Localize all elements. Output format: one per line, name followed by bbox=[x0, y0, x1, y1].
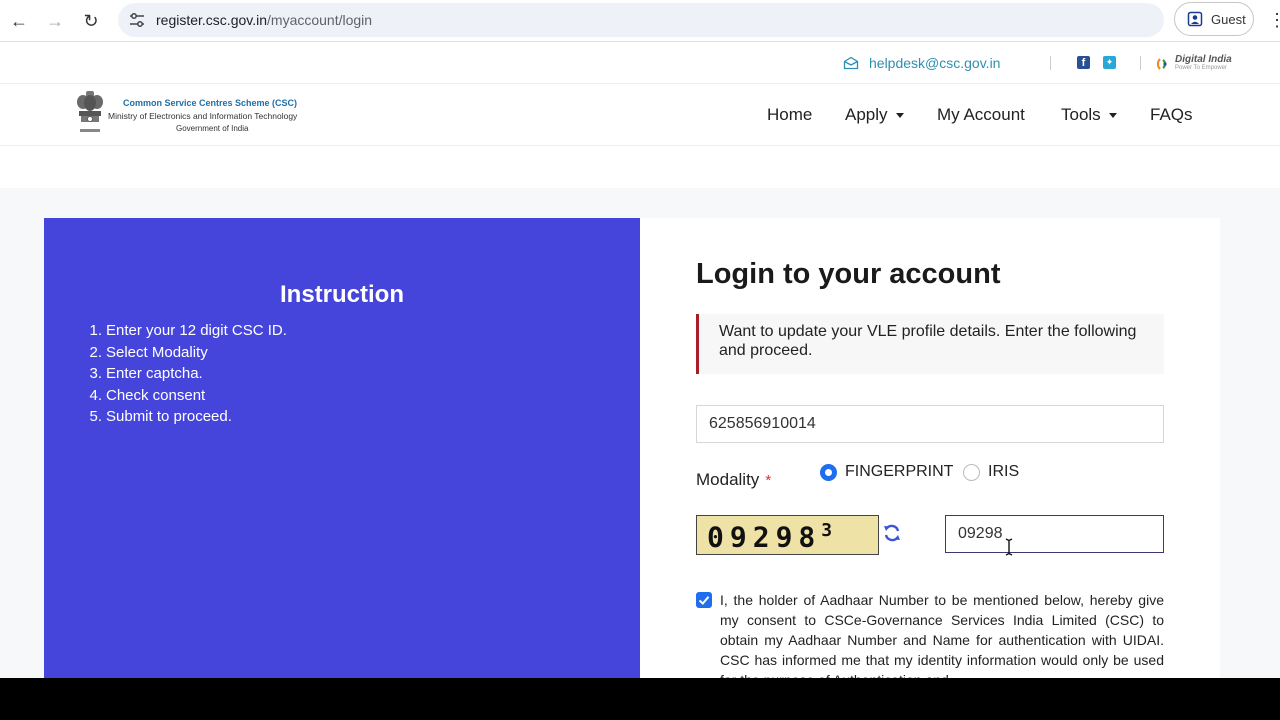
profile-icon bbox=[1187, 11, 1203, 27]
nav-apply[interactable]: Apply bbox=[845, 105, 904, 125]
consent-checkbox[interactable] bbox=[696, 592, 712, 608]
profile-label: Guest bbox=[1211, 12, 1246, 27]
page-viewport: helpdesk@csc.gov.in f ✦ Digital India Po… bbox=[0, 42, 1280, 678]
captcha-image: 092983 bbox=[696, 515, 879, 555]
divider bbox=[1050, 56, 1051, 70]
instruction-list: 1. Enter your 12 digit CSC ID. 2. Select M… bbox=[84, 320, 287, 428]
modality-label-text: Modality bbox=[696, 470, 760, 489]
login-panel: Login to your account Want to update you… bbox=[640, 218, 1220, 678]
digital-india-logo[interactable]: Digital India Power To Empower bbox=[1157, 54, 1237, 74]
instruction-item: 5. Submit to proceed. bbox=[84, 406, 287, 428]
captcha-digits: 09298 bbox=[707, 520, 822, 554]
nav-tools-label: Tools bbox=[1061, 105, 1101, 124]
captcha-image-text: 092983 bbox=[707, 520, 838, 553]
nav-my-account[interactable]: My Account bbox=[937, 105, 1025, 125]
chevron-down-icon bbox=[895, 113, 904, 119]
instruction-number: 4. bbox=[89, 386, 102, 404]
forward-arrow-icon[interactable]: → bbox=[42, 8, 68, 34]
site-header: Common Service Centres Scheme (CSC) Mini… bbox=[0, 84, 1280, 146]
digital-india-tagline: Power To Empower bbox=[1175, 65, 1227, 71]
captcha-input[interactable] bbox=[945, 515, 1164, 553]
brand-government: Government of India bbox=[176, 124, 249, 133]
fingerprint-radio[interactable] bbox=[820, 464, 837, 481]
instruction-number: 5. bbox=[89, 408, 102, 425]
instruction-text: Submit to proceed. bbox=[106, 408, 232, 425]
national-emblem-icon bbox=[77, 91, 103, 132]
text-cursor-icon bbox=[1005, 538, 1013, 556]
site-settings-icon[interactable] bbox=[128, 11, 146, 29]
chevron-down-icon bbox=[1108, 113, 1117, 119]
instruction-text: Enter your 12 digit CSC ID. bbox=[106, 322, 287, 339]
reload-icon[interactable]: ↻ bbox=[78, 8, 104, 34]
digital-india-mark-icon bbox=[1157, 58, 1167, 70]
back-arrow-icon[interactable]: ← bbox=[6, 8, 32, 34]
instruction-item: 4. Check consent bbox=[84, 385, 287, 407]
brand-title: Common Service Centres Scheme (CSC) bbox=[123, 98, 298, 108]
instruction-number: 3. bbox=[89, 365, 102, 382]
instruction-number: 2. bbox=[89, 343, 102, 361]
notice-box: Want to update your VLE profile details.… bbox=[696, 314, 1164, 374]
url-path: /myaccount/login bbox=[267, 12, 373, 28]
mail-icon bbox=[843, 56, 859, 70]
browser-toolbar: ← → ↻ register.csc.gov.in/myaccount/logi… bbox=[0, 0, 1280, 42]
modality-label: Modality * bbox=[696, 470, 771, 490]
twitter-icon[interactable]: ✦ bbox=[1103, 56, 1116, 69]
instruction-item: 2. Select Modality bbox=[84, 342, 287, 364]
login-title: Login to your account bbox=[696, 258, 1001, 290]
instruction-text: Select Modality bbox=[106, 343, 208, 361]
notice-text: Want to update your VLE profile details.… bbox=[719, 323, 1137, 359]
iris-radio[interactable] bbox=[963, 464, 980, 481]
captcha-superscript: 3 bbox=[821, 520, 839, 541]
helpdesk-email-link[interactable]: helpdesk@csc.gov.in bbox=[869, 55, 1000, 71]
nav-home[interactable]: Home bbox=[767, 105, 812, 125]
instruction-item: 1. Enter your 12 digit CSC ID. bbox=[84, 320, 287, 342]
address-bar[interactable]: register.csc.gov.in/myaccount/login bbox=[118, 3, 1164, 37]
instruction-panel: Instruction 1. Enter your 12 digit CSC ID… bbox=[44, 218, 640, 678]
instruction-text: Check consent bbox=[106, 386, 206, 404]
nav-tools[interactable]: Tools bbox=[1061, 105, 1117, 125]
instruction-title: Instruction bbox=[280, 281, 404, 308]
instruction-number: 1. bbox=[89, 322, 102, 339]
nav-faqs[interactable]: FAQs bbox=[1150, 105, 1193, 125]
divider bbox=[1140, 56, 1141, 70]
url-text[interactable]: register.csc.gov.in/myaccount/login bbox=[156, 12, 372, 28]
fingerprint-radio-label[interactable]: FINGERPRINT bbox=[845, 463, 953, 481]
brand-ministry: Ministry of Electronics and Information … bbox=[108, 111, 298, 121]
instruction-item: 3. Enter captcha. bbox=[84, 363, 287, 385]
profile-button[interactable]: Guest bbox=[1174, 2, 1254, 36]
top-contact-bar: helpdesk@csc.gov.in f ✦ Digital India Po… bbox=[0, 42, 1280, 84]
instruction-text: Enter captcha. bbox=[106, 365, 203, 382]
refresh-captcha-icon[interactable] bbox=[882, 523, 902, 543]
nav-apply-label: Apply bbox=[845, 105, 888, 124]
facebook-icon[interactable]: f bbox=[1077, 56, 1090, 69]
digital-india-text: Digital India bbox=[1175, 54, 1232, 65]
checkmark-icon bbox=[698, 596, 710, 605]
browser-menu-icon[interactable]: ⋮ bbox=[1268, 10, 1280, 30]
iris-radio-label[interactable]: IRIS bbox=[988, 463, 1019, 481]
consent-text: I, the holder of Aadhaar Number to be me… bbox=[720, 592, 1164, 678]
required-mark: * bbox=[765, 472, 772, 489]
url-host: register.csc.gov.in bbox=[156, 12, 268, 28]
csc-id-input[interactable] bbox=[696, 405, 1164, 443]
